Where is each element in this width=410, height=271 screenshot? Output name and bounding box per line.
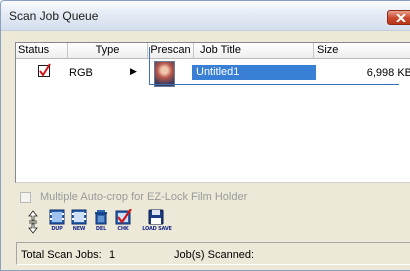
window-title: Scan Job Queue bbox=[9, 9, 99, 23]
title-bar[interactable]: Scan Job Queue bbox=[1, 1, 410, 31]
new-button[interactable]: NEW bbox=[69, 209, 89, 235]
autocrop-checkbox[interactable] bbox=[20, 192, 31, 203]
queue-toolbar: DUP NEW DEL CHK LOAD SAVE bbox=[28, 208, 198, 235]
autocrop-label: Multiple Auto-crop for EZ-Lock Film Hold… bbox=[40, 191, 248, 203]
check-icon bbox=[115, 208, 132, 225]
check-caption: CHK bbox=[117, 226, 129, 232]
new-film-icon bbox=[71, 209, 87, 225]
column-header-type[interactable]: Type bbox=[68, 43, 148, 59]
expand-arrow-icon[interactable]: ▶ bbox=[130, 66, 137, 77]
row-type: RGB bbox=[69, 67, 93, 79]
delete-button[interactable]: DEL bbox=[91, 209, 111, 235]
duplicate-film-icon bbox=[49, 209, 65, 225]
floppy-disk-icon bbox=[148, 209, 164, 225]
preview-connector-line bbox=[149, 47, 399, 85]
load-save-caption: LOAD SAVE bbox=[142, 226, 172, 232]
column-header-status[interactable]: Status bbox=[16, 43, 68, 59]
total-scan-jobs-label: Total Scan Jobs: bbox=[21, 249, 102, 261]
trash-icon bbox=[95, 210, 107, 225]
close-button[interactable] bbox=[387, 10, 410, 25]
new-caption: NEW bbox=[72, 226, 86, 232]
duplicate-caption: DUP bbox=[51, 226, 63, 232]
row-status-checkbox[interactable] bbox=[38, 63, 51, 77]
jobs-scanned-label: Job(s) Scanned: bbox=[174, 249, 255, 261]
total-scan-jobs-value: 1 bbox=[109, 249, 116, 261]
check-button[interactable]: CHK bbox=[113, 208, 133, 235]
load-save-button[interactable]: LOAD SAVE bbox=[139, 209, 175, 235]
status-bar: Total Scan Jobs: 1 Job(s) Scanned: bbox=[16, 242, 410, 265]
duplicate-button[interactable]: DUP bbox=[47, 209, 67, 235]
close-icon bbox=[396, 14, 406, 22]
delete-caption: DEL bbox=[95, 226, 107, 232]
check-icon bbox=[39, 63, 51, 77]
scan-job-queue-window: Scan Job Queue Status Type Prescan Job T… bbox=[0, 0, 410, 271]
